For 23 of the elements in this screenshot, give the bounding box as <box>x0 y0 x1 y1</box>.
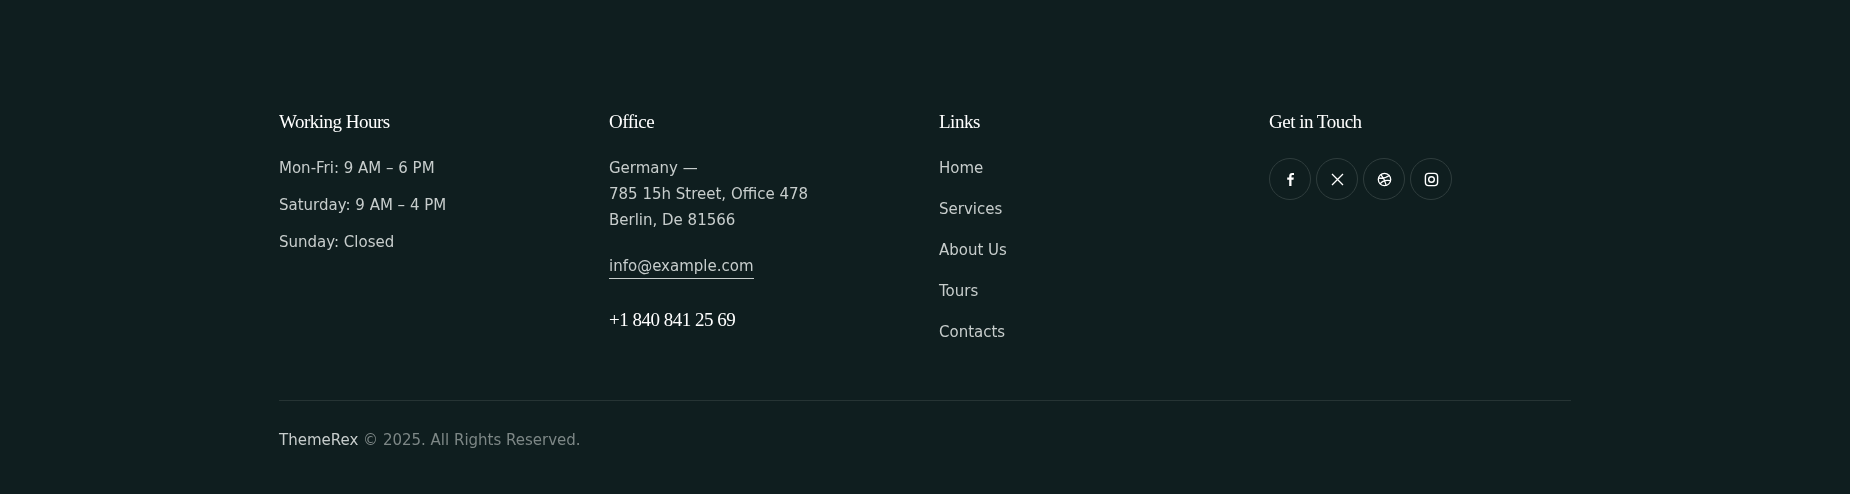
phone-number: +1 840 841 25 69 <box>609 309 736 331</box>
instagram-icon <box>1423 171 1439 187</box>
footer-link[interactable]: Contacts <box>939 322 1006 342</box>
address-line: 785 15h Street, Office 478 <box>609 184 809 204</box>
column-heading: Office <box>609 110 656 134</box>
brand-link[interactable]: ThemeRex <box>279 431 359 449</box>
footer-link[interactable]: Home <box>939 158 984 178</box>
hours-text: Sunday: Closed <box>279 232 395 252</box>
footer-link[interactable]: Tours <box>939 281 979 301</box>
copyright-text: ThemeRex © 2025. All Rights Reserved. <box>279 431 582 449</box>
hours-text: Mon-Fri: 9 AM – 6 PM <box>279 158 435 178</box>
x-icon <box>1330 172 1344 186</box>
facebook-icon <box>1284 172 1296 186</box>
email-link[interactable]: info@example.com <box>609 257 754 279</box>
column-heading: Links <box>939 110 981 134</box>
hours-text: Saturday: 9 AM – 4 PM <box>279 195 447 215</box>
dribbble-icon <box>1376 171 1392 187</box>
column-heading: Working Hours <box>279 110 391 134</box>
footer-link[interactable]: Services <box>939 199 1003 219</box>
address-line: Berlin, De 81566 <box>609 210 736 230</box>
column-heading: Get in Touch <box>1269 110 1363 134</box>
footer-link[interactable]: About Us <box>939 240 1007 260</box>
address-line: Germany — <box>609 158 698 178</box>
